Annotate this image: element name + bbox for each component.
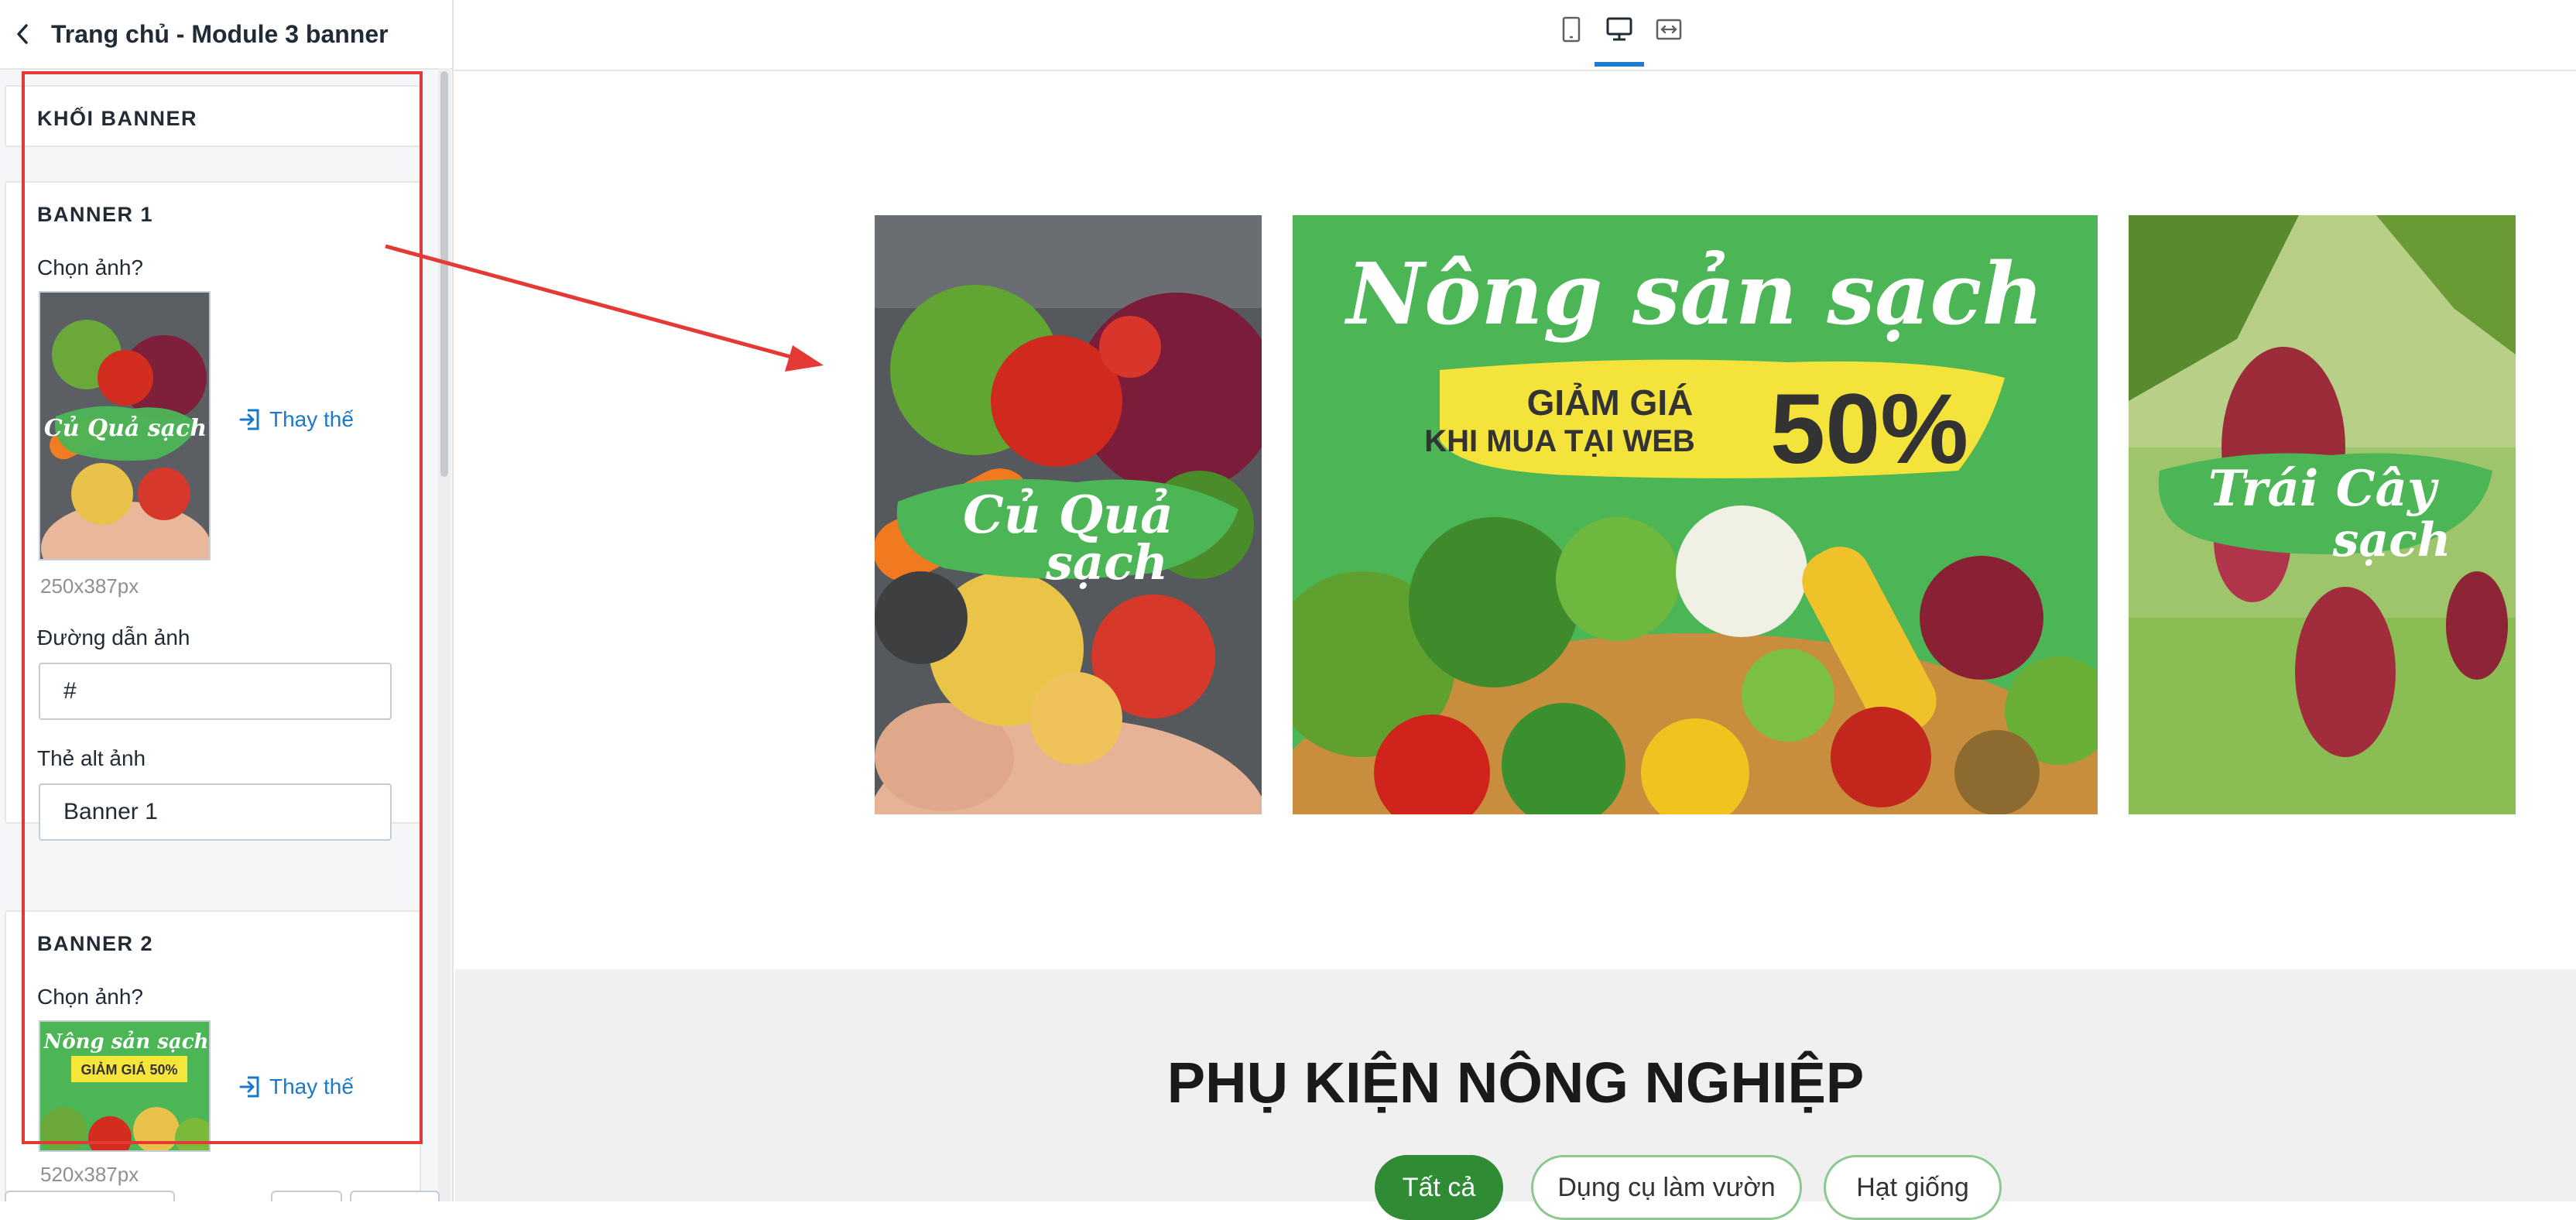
footer-button[interactable] — [5, 1191, 175, 1201]
banner2-title: Nông sản sạch — [1345, 244, 2044, 344]
banner2-choose-label: Chọn ảnh? — [37, 985, 144, 1009]
banner1-card: BANNER 1 Chọn ảnh? Củ Quả sạch Thay thế … — [5, 181, 421, 841]
banner2-promo-value: 50% — [1770, 374, 1968, 485]
preview-banner-2[interactable]: Nông sản sạch GIẢM GIÁ KHI MUA TẠI WEB 5… — [1293, 215, 2098, 814]
page-title: Trang chủ - Module 3 banner — [51, 19, 389, 48]
banner2-thumbnail[interactable]: Nông sản sạch GIẢM GIÁ 50% — [39, 1020, 211, 1152]
desktop-view-icon[interactable] — [1601, 11, 1638, 48]
banner2-thumb-image: Nông sản sạch GIẢM GIÁ 50% — [40, 1022, 209, 1150]
replace-label: Thay thế — [269, 1074, 354, 1098]
replace-icon — [239, 409, 259, 430]
banner2-dimensions: 520x387px — [40, 1163, 139, 1186]
mobile-view-icon[interactable] — [1553, 11, 1590, 48]
sidebar-header: Trang chủ - Module 3 banner — [0, 0, 452, 70]
banner3-text-line2: sạch — [2332, 513, 2451, 567]
sidebar: Trang chủ - Module 3 banner KHỐI BANNER … — [0, 0, 454, 1201]
active-view-indicator — [1595, 62, 1644, 67]
tab-garden-tools[interactable]: Dụng cụ làm vườn — [1531, 1155, 1802, 1220]
replace-icon — [239, 1076, 259, 1098]
product-section: PHỤ KIỆN NÔNG NGHIỆP Tất cả Dụng cụ làm … — [455, 969, 2576, 1220]
banner1-replace-button[interactable]: Thay thế — [238, 407, 354, 432]
block-title-card: KHỐI BANNER — [5, 85, 421, 147]
banner2-thumb-title: Nông sản sạch — [43, 1030, 209, 1054]
banner1-thumb-text: Củ Quả sạch — [44, 415, 207, 442]
fullwidth-view-icon[interactable] — [1650, 11, 1687, 48]
banner2-heading: BANNER 2 — [37, 932, 154, 955]
banner1-dimensions: 250x387px — [40, 574, 139, 598]
banner1-alt-label: Thẻ alt ảnh — [37, 746, 146, 770]
footer-button[interactable] — [350, 1191, 440, 1201]
banner2-thumb-sub: GIẢM GIÁ 50% — [80, 1061, 177, 1078]
banner1-link-input[interactable] — [39, 663, 392, 720]
sidebar-scrollbar[interactable] — [438, 68, 450, 1201]
tab-all[interactable]: Tất cả — [1375, 1155, 1503, 1220]
chevron-left-icon[interactable] — [11, 22, 34, 46]
preview-toolbar — [454, 0, 2576, 71]
banner1-link-label: Đường dẫn ảnh — [37, 625, 190, 649]
banner2-promo-line1: GIẢM GIÁ — [1527, 382, 1694, 423]
banner1-thumbnail[interactable]: Củ Quả sạch — [39, 291, 211, 560]
replace-label: Thay thế — [269, 407, 354, 431]
banner1-choose-label: Chọn ảnh? — [37, 255, 144, 279]
settings-panel: KHỐI BANNER BANNER 1 Chọn ảnh? Củ Quả sạ… — [0, 68, 452, 1201]
banner1-text-line2: sạch — [1045, 534, 1168, 591]
block-title: KHỐI BANNER — [37, 107, 198, 130]
tab-seeds[interactable]: Hạt giống — [1824, 1155, 2002, 1220]
banner2-card: BANNER 2 Chọn ảnh? Nông sản sạch GIẢM GI… — [5, 910, 421, 1201]
banner1-thumb-image: Củ Quả sạch — [40, 293, 209, 559]
banner3-text-line1: Trái Cây — [2208, 460, 2439, 518]
banner1-heading: BANNER 1 — [37, 203, 154, 226]
footer-button[interactable] — [271, 1191, 342, 1201]
scroll-thumb[interactable] — [440, 71, 448, 477]
preview-banner-1[interactable]: Củ Quả sạch — [875, 215, 1262, 814]
banner1-alt-input[interactable] — [39, 783, 392, 841]
section-title: PHỤ KIỆN NÔNG NGHIỆP — [1166, 1050, 1865, 1115]
banner2-promo-line2: KHI MUA TẠI WEB — [1424, 424, 1695, 458]
preview-banner-3[interactable]: Trái Cây sạch — [2129, 215, 2516, 814]
banner2-replace-button[interactable]: Thay thế — [238, 1074, 354, 1099]
